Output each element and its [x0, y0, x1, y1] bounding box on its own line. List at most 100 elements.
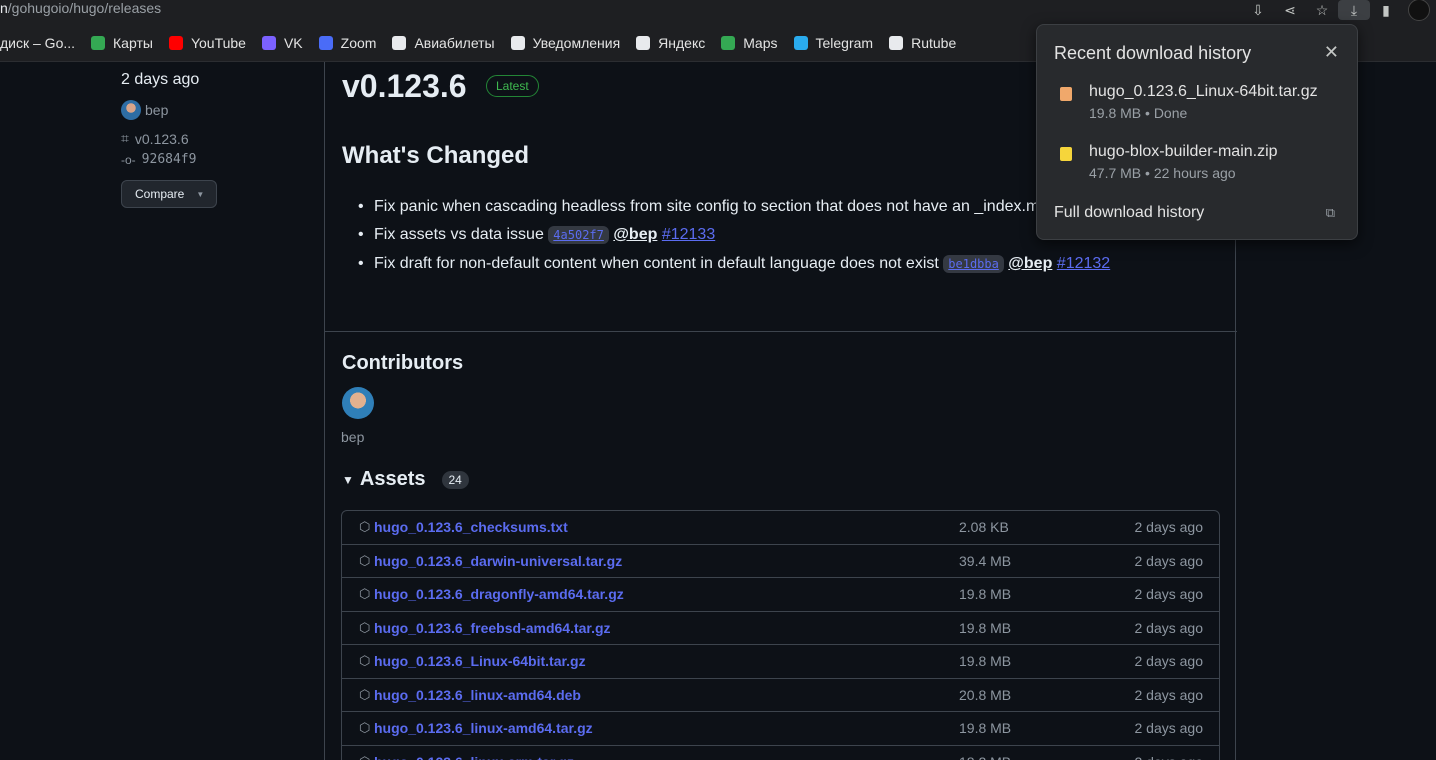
- change-text: Fix panic when cascading headless from s…: [374, 198, 1074, 215]
- asset-download-link[interactable]: hugo_0.123.6_dragonfly-amd64.tar.gz: [374, 586, 624, 602]
- bookmark-label: Maps: [743, 34, 778, 51]
- asset-row: ⬡ hugo_0.123.6_darwin-universal.tar.gz 39.…: [342, 545, 1219, 578]
- side-panel-icon[interactable]: ▮: [1370, 0, 1402, 20]
- asset-row: ⬡ hugo_0.123.6_freebsd-amd64.tar.gz 19.8 M…: [342, 612, 1219, 645]
- bookmark-item[interactable]: Rutube: [889, 35, 956, 51]
- asset-row: ⬡ hugo_0.123.6_dragonfly-amd64.tar.gz 19.8…: [342, 578, 1219, 612]
- bookmark-favicon-icon: [793, 35, 808, 50]
- bookmark-item[interactable]: Яндекс: [636, 35, 705, 51]
- commit-sha-link[interactable]: 4a502f7: [548, 226, 609, 244]
- install-app-icon[interactable]: ⇩: [1242, 0, 1274, 20]
- release-version[interactable]: v0.123.6: [342, 68, 467, 105]
- asset-row: ⬡ hugo_0.123.6_Linux-64bit.tar.gz 19.8 MB 2…: [342, 645, 1219, 679]
- bookmark-label: Rutube: [911, 34, 957, 51]
- bookmark-label: Telegram: [815, 34, 874, 51]
- bookmark-item[interactable]: Telegram: [793, 34, 874, 51]
- download-meta: 19.8 MB • Done: [1089, 105, 1188, 121]
- asset-download-link[interactable]: hugo_0.123.6_darwin-universal.tar.gz: [374, 553, 622, 569]
- author-avatar: [121, 100, 141, 120]
- asset-size: 20.8 MB: [959, 686, 1012, 703]
- bookmark-star-icon[interactable]: ☆: [1306, 0, 1338, 20]
- share-icon[interactable]: ⋖: [1274, 0, 1306, 20]
- asset-size: 19.8 MB: [959, 586, 1012, 602]
- asset-download-link[interactable]: hugo_0.123.6_freebsd-amd64.tar.gz: [374, 620, 611, 636]
- profile-avatar[interactable]: [1408, 0, 1430, 21]
- bookmark-item[interactable]: Zoom: [318, 34, 377, 51]
- issue-link[interactable]: #12133: [662, 226, 715, 243]
- change-text: Fix assets vs data issue: [374, 226, 544, 243]
- asset-date: 2 days ago: [1134, 619, 1204, 636]
- compare-button[interactable]: Compare ▼: [121, 180, 217, 208]
- change-text: Fix draft for non-default content when c…: [374, 255, 939, 272]
- bookmark-item[interactable]: YouTube: [168, 35, 246, 51]
- whats-changed-heading: What's Changed: [342, 142, 530, 169]
- commit-sha-link[interactable]: be1dbba: [943, 255, 1004, 273]
- bookmark-label: Zoom: [340, 34, 377, 51]
- contributors-heading: Contributors: [342, 352, 464, 374]
- bookmark-label: диск – Go...: [0, 34, 76, 51]
- package-icon: ⬡: [359, 586, 371, 601]
- bookmark-favicon-icon: [91, 35, 106, 50]
- asset-row: ⬡ hugo_0.123.6_checksums.txt 2.08 KB 2 days…: [342, 511, 1219, 545]
- asset-date: 2 days ago: [1135, 754, 1204, 760]
- package-icon: ⬡: [359, 720, 371, 735]
- downloads-icon[interactable]: ⤓: [1338, 0, 1370, 20]
- package-icon: ⬡: [359, 519, 371, 534]
- package-icon: ⬡: [359, 754, 373, 760]
- asset-size: 18.2 MB: [959, 754, 1011, 760]
- bookmark-favicon-icon: [721, 35, 736, 50]
- contributor-name: bep: [341, 429, 365, 445]
- external-link-icon[interactable]: ⧉: [1326, 205, 1335, 221]
- download-item[interactable]: hugo_0.123.6_Linux-64bit.tar.gz 19.8 MB •…: [1053, 83, 1343, 127]
- commit-sha[interactable]: 92684f9: [142, 152, 197, 167]
- bookmark-favicon-icon: [392, 35, 407, 50]
- release-tag[interactable]: ⌗ v0.123.6: [121, 130, 189, 147]
- divider: [325, 331, 1237, 332]
- bookmark-favicon-icon: [261, 35, 276, 50]
- bookmark-item[interactable]: Maps: [721, 34, 778, 51]
- triangle-down-icon: ▼: [342, 472, 354, 487]
- author-name[interactable]: bep: [145, 102, 168, 118]
- tag-icon: ⌗: [121, 130, 129, 146]
- asset-size: 19.8 MB: [959, 619, 1012, 636]
- file-icon: [1060, 147, 1072, 161]
- release-commit[interactable]: -o- 92684f9: [121, 152, 196, 167]
- asset-download-link[interactable]: hugo_0.123.6_checksums.txt: [374, 519, 568, 535]
- tag-label[interactable]: v0.123.6: [135, 131, 189, 147]
- release-author[interactable]: bep: [121, 100, 168, 120]
- bookmark-favicon-icon: [510, 35, 525, 50]
- bookmark-item[interactable]: диск – Go...: [0, 35, 75, 51]
- full-download-history-link[interactable]: Full download history: [1054, 204, 1204, 222]
- popup-title: Recent download history: [1054, 43, 1252, 63]
- close-icon[interactable]: ✕: [1324, 42, 1339, 63]
- asset-row: ⬡hugo_0.123.6_linux-arm.tar.gz 18.2 MB 2 d…: [342, 746, 1219, 760]
- release-date: 2 days ago: [121, 71, 200, 88]
- asset-row: ⬡ hugo_0.123.6_linux-amd64.deb 20.8 MB 2 da…: [342, 679, 1219, 712]
- download-filename[interactable]: hugo_0.123.6_Linux-64bit.tar.gz: [1089, 83, 1318, 101]
- package-icon: ⬡: [359, 653, 371, 668]
- bookmark-favicon-icon: [889, 35, 904, 50]
- issue-link[interactable]: #12132: [1057, 255, 1110, 272]
- download-history-popup: Recent download history ✕ hugo_0.123.6_L…: [1036, 24, 1358, 240]
- asset-download-link[interactable]: hugo_0.123.6_linux-amd64.tar.gz: [374, 720, 593, 736]
- asset-download-link[interactable]: hugo_0.123.6_Linux-64bit.tar.gz: [374, 653, 586, 669]
- download-item[interactable]: hugo-blox-builder-main.zip 47.7 MB • 22 h…: [1053, 143, 1343, 187]
- commit-icon: -o-: [121, 152, 136, 167]
- bookmark-item[interactable]: VK: [261, 35, 303, 51]
- bookmark-label: Карты: [113, 34, 153, 51]
- asset-download-link[interactable]: hugo_0.123.6_linux-amd64.deb: [374, 687, 581, 703]
- assets-toggle[interactable]: ▼ Assets 24: [342, 468, 469, 491]
- download-filename[interactable]: hugo-blox-builder-main.zip: [1089, 143, 1278, 161]
- assets-count-badge: 24: [441, 470, 469, 489]
- contributor-avatar[interactable]: [342, 387, 374, 419]
- url-text[interactable]: n/gohugoio/hugo/releases: [0, 0, 161, 17]
- bookmark-item[interactable]: Уведомления: [510, 35, 620, 51]
- bookmark-item[interactable]: Карты: [91, 35, 153, 51]
- asset-date: 2 days ago: [1134, 720, 1204, 736]
- user-mention-link[interactable]: @bep: [613, 226, 657, 243]
- download-meta: 47.7 MB • 22 hours ago: [1089, 165, 1236, 181]
- asset-download-link[interactable]: hugo_0.123.6_linux-arm.tar.gz: [374, 754, 574, 760]
- bookmark-item[interactable]: Авиабилеты: [392, 35, 495, 51]
- user-mention-link[interactable]: @bep: [1008, 255, 1052, 272]
- url-bar[interactable]: n/gohugoio/hugo/releases ⇩ ⋖ ☆ ⤓ ▮: [0, 0, 1436, 24]
